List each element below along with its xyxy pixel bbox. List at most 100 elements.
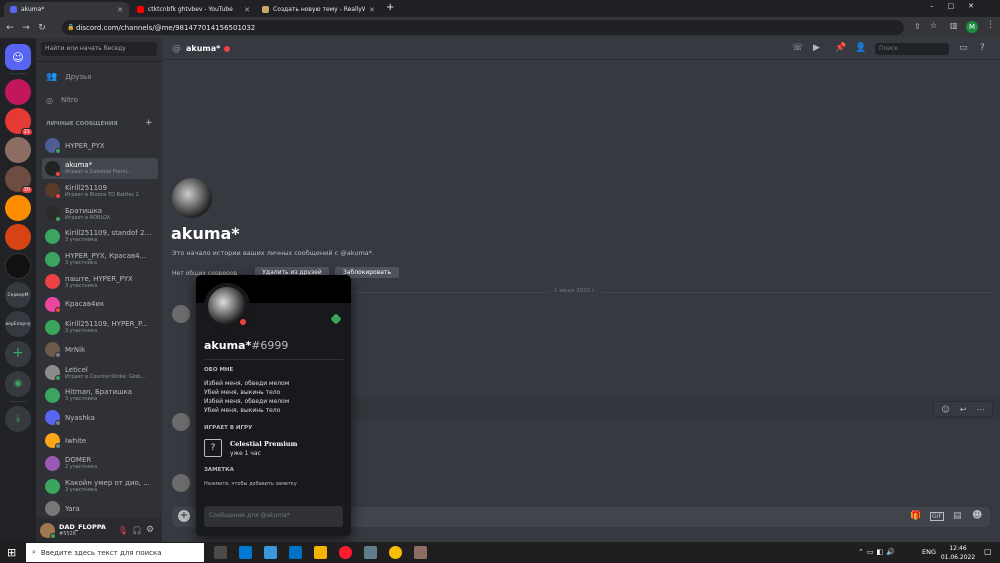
server-icon[interactable]: 30: [5, 166, 33, 194]
taskbar-search[interactable]: ⌕ Введите здесь текст для поиска: [26, 543, 204, 562]
window-controls[interactable]: –□✕: [930, 2, 988, 10]
sticker-icon[interactable]: ▤: [953, 511, 962, 521]
calculator-icon[interactable]: [364, 546, 377, 559]
dm-item[interactable]: Yara: [42, 498, 158, 519]
dm-item[interactable]: Какойн умер от дио, ... 3 участника: [42, 476, 158, 497]
app-icon[interactable]: [314, 546, 327, 559]
server-icon[interactable]: [5, 137, 31, 163]
tray-icons[interactable]: ⌃▭◧🔊: [858, 548, 898, 556]
notification-icon[interactable]: ▢: [984, 547, 992, 556]
dm-item[interactable]: DOMER 2 участника: [42, 453, 158, 474]
dm-item[interactable]: Hitman, Братишка 3 участника: [42, 385, 158, 406]
address-bar[interactable]: 🔒 discord.com/channels/@me/9814770141565…: [62, 20, 904, 35]
chrome-icon[interactable]: [389, 546, 402, 559]
tab-youtube[interactable]: ctktcnbfk ghtvbev - YouTube ✕: [131, 2, 256, 17]
server-text-icon[interactable]: СерверМ: [5, 282, 31, 308]
star-icon[interactable]: ☆: [930, 21, 937, 30]
dm-item[interactable]: HYPER_PYX: [42, 135, 158, 156]
tab-akuma[interactable]: akuma* ✕: [4, 2, 129, 17]
server-icon[interactable]: [5, 224, 31, 250]
headphones-icon[interactable]: 🎧: [132, 526, 142, 535]
search-input[interactable]: Поиск: [875, 43, 949, 55]
server-icon[interactable]: [5, 195, 31, 221]
close-icon[interactable]: ✕: [369, 6, 375, 14]
reply-icon[interactable]: ↩: [960, 405, 967, 414]
divider: [36, 61, 162, 62]
windows-start-icon[interactable]: ⊞: [7, 546, 16, 559]
find-conversation-input[interactable]: Найти или начать беседу: [41, 42, 157, 56]
dm-item[interactable]: Kirill251109 Играет в Bloons TD Battles 2: [42, 180, 158, 201]
dm-item[interactable]: Nyashka: [42, 407, 158, 428]
share-icon[interactable]: ⇪: [914, 22, 921, 31]
discord-home-icon[interactable]: ☺: [5, 44, 31, 70]
avatar: [45, 342, 61, 359]
dm-item[interactable]: akuma* Играет в Celestial Premi...: [42, 157, 158, 179]
dm-item[interactable]: Братишка Играет в ROBLOX: [42, 203, 158, 224]
dm-item[interactable]: HYPER_PYX, Красав4... 3 участника: [42, 249, 158, 270]
dm-item[interactable]: Iwhite: [42, 430, 158, 451]
status-icon: [55, 148, 61, 154]
add-friends-to-dm-icon[interactable]: 👤: [855, 43, 866, 53]
opera-icon[interactable]: [339, 546, 352, 559]
avatar[interactable]: [172, 413, 190, 431]
date-divider-line: [354, 292, 994, 293]
dm-item[interactable]: Красав4ик: [42, 294, 158, 315]
close-icon[interactable]: ✕: [244, 6, 250, 14]
divider: [9, 401, 27, 402]
mail-icon[interactable]: [289, 546, 302, 559]
emoji-icon[interactable]: ☻: [972, 510, 982, 521]
language-indicator[interactable]: ENG: [922, 548, 936, 556]
reload-icon[interactable]: ↻: [34, 23, 50, 33]
clock[interactable]: 12:46 01.06.2022: [940, 544, 976, 562]
avatar: [45, 183, 61, 200]
server-icon[interactable]: [5, 253, 31, 279]
divider: [204, 359, 343, 360]
download-icon[interactable]: ⤓: [5, 406, 31, 432]
menu-icon[interactable]: ⋮: [986, 20, 995, 30]
message-user-input[interactable]: Сообщение для @akuma*: [204, 506, 343, 527]
pinned-messages-icon[interactable]: 📌: [835, 43, 846, 53]
sidebar-item-friends[interactable]: 👥 Друзья: [42, 69, 158, 85]
forward-arrow-icon[interactable]: →: [18, 23, 34, 33]
edge-icon[interactable]: [239, 546, 252, 559]
hypesquad-badge-icon[interactable]: [330, 313, 342, 325]
mute-mic-icon[interactable]: 🎙: [118, 526, 128, 535]
dm-item[interactable]: MrNik: [42, 339, 158, 360]
note-input[interactable]: Нажмите, чтобы добавить заметку: [204, 481, 297, 487]
new-tab-button[interactable]: +: [386, 2, 394, 13]
task-view-icon[interactable]: [214, 546, 227, 559]
inbox-icon[interactable]: ▭: [959, 43, 968, 53]
server-icon[interactable]: [5, 79, 31, 105]
help-icon[interactable]: ?: [980, 43, 985, 53]
avatar[interactable]: [172, 474, 190, 492]
voice-call-icon[interactable]: ☏: [792, 43, 803, 53]
avatar[interactable]: [40, 522, 56, 539]
server-text-icon[interactable]: верEпорчу: [5, 311, 31, 337]
gift-icon[interactable]: 🎁: [910, 511, 921, 521]
sidebar-item-nitro[interactable]: ◎ Nitro: [42, 92, 158, 108]
dm-name: Kirill251109, HYPER_P...: [65, 320, 148, 329]
avatar[interactable]: [172, 305, 190, 323]
close-icon[interactable]: ✕: [117, 6, 123, 14]
dm-item[interactable]: Kirill251109, HYPER_P... 3 участника: [42, 317, 158, 338]
dm-intro-text: Это начало истории ваших личных сообщени…: [172, 249, 375, 257]
add-server-icon[interactable]: +: [5, 341, 31, 367]
tab-reallyworld[interactable]: Создать новую тему - ReallyWo... ✕: [256, 2, 381, 17]
explore-icon[interactable]: ◉: [5, 371, 31, 397]
dm-item[interactable]: паште, HYPER_PYX 3 участника: [42, 271, 158, 292]
video-call-icon[interactable]: ▶: [813, 43, 820, 53]
sidepanel-icon[interactable]: ▥: [950, 21, 958, 30]
server-icon[interactable]: 21: [5, 108, 33, 136]
gear-icon[interactable]: ⚙: [146, 525, 154, 535]
dm-item[interactable]: Leticel Играет в Counter-Strike: Glob...: [42, 362, 158, 383]
dm-item[interactable]: Kirill251109, standof 2 ... 3 участника: [42, 226, 158, 247]
upload-button[interactable]: +: [178, 510, 190, 522]
more-icon[interactable]: ⋯: [977, 405, 985, 414]
store-icon[interactable]: [264, 546, 277, 559]
minecraft-icon[interactable]: [414, 546, 427, 559]
add-reaction-icon[interactable]: ☺: [941, 405, 949, 414]
back-arrow-icon[interactable]: ←: [2, 23, 18, 33]
gif-icon[interactable]: GIF: [930, 512, 944, 521]
profile-avatar[interactable]: M: [966, 21, 978, 33]
create-dm-button[interactable]: +: [145, 118, 153, 128]
